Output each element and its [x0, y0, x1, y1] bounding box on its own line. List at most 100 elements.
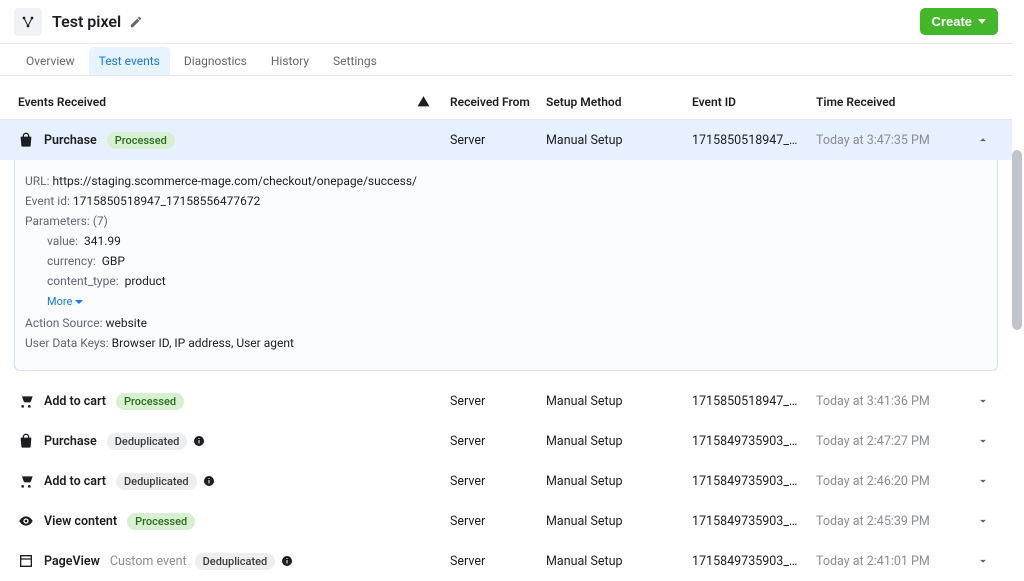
col-received-from: Received From — [450, 95, 546, 109]
action-source-label: Action Source: — [25, 316, 103, 330]
event-details: URL: https://staging.scommerce-mage.com/… — [14, 160, 998, 371]
received-from: Server — [450, 474, 546, 489]
event-id: 1715849735903_… — [692, 434, 816, 449]
cart-icon — [18, 473, 34, 489]
event-id: 1715849735903_… — [692, 514, 816, 529]
tab-test-events[interactable]: Test events — [89, 47, 170, 75]
chevron-up-icon — [976, 133, 990, 147]
time-received: Today at 3:47:35 PM — [816, 133, 966, 148]
chevron-down-icon — [976, 434, 990, 448]
chevron-down-icon — [976, 394, 990, 408]
received-from: Server — [450, 514, 546, 529]
url-value: https://staging.scommerce-mage.com/check… — [53, 174, 417, 188]
event-subtype: Custom event — [110, 554, 187, 569]
event-id: 1715850518947_… — [692, 133, 816, 148]
event-row[interactable]: View content Processed ServerManual Setup1… — [0, 501, 1012, 541]
status-badge: Deduplicated — [116, 473, 197, 490]
status-badge: Processed — [116, 393, 184, 410]
received-from: Server — [450, 394, 546, 409]
tab-settings[interactable]: Settings — [323, 47, 387, 75]
event-id: 1715850518947_… — [692, 394, 816, 409]
params-count: (7) — [93, 214, 108, 228]
event-name: Add to cart — [44, 394, 106, 409]
col-event-id: Event ID — [692, 95, 816, 109]
bag-icon — [18, 433, 34, 449]
top-bar: Test pixel Create — [0, 0, 1012, 44]
event-name: Add to cart — [44, 474, 106, 489]
received-from: Server — [450, 434, 546, 449]
chevron-down-icon — [978, 19, 986, 24]
info-icon[interactable] — [281, 555, 293, 567]
page-icon — [18, 553, 34, 569]
tabs: Overview Test events Diagnostics History… — [0, 44, 1012, 76]
user-data-keys-value: Browser ID, IP address, User agent — [112, 336, 294, 350]
status-badge: Processed — [127, 513, 195, 530]
col-time-received: Time Received — [816, 95, 966, 109]
bag-icon — [18, 132, 34, 148]
scrollbar-thumb[interactable] — [1012, 150, 1022, 330]
nodes-icon — [20, 14, 36, 30]
chevron-down-icon — [75, 300, 83, 304]
event-row[interactable]: Purchase Deduplicated ServerManual Setup17… — [0, 421, 1012, 461]
create-button[interactable]: Create — [920, 8, 998, 35]
param-value: 341.99 — [84, 234, 121, 248]
more-link[interactable]: More — [47, 295, 83, 308]
received-from: Server — [450, 133, 546, 148]
back-button[interactable] — [14, 8, 42, 36]
setup-method: Manual Setup — [546, 394, 692, 409]
info-icon[interactable] — [193, 435, 205, 447]
status-badge: Deduplicated — [107, 433, 188, 450]
time-received: Today at 2:45:39 PM — [816, 514, 966, 529]
setup-method: Manual Setup — [546, 514, 692, 529]
event-name: View content — [44, 514, 117, 529]
tab-overview[interactable]: Overview — [16, 47, 85, 75]
received-from: Server — [450, 554, 546, 569]
event-id: 1715849735903_… — [692, 554, 816, 569]
time-received: Today at 3:41:36 PM — [816, 394, 966, 409]
eventid-value: 1715850518947_17158556477672 — [73, 194, 261, 208]
event-name: Purchase — [44, 434, 97, 449]
param-value: product — [125, 274, 166, 288]
event-row-expanded[interactable]: Purchase Processed Server Manual Setup 1… — [0, 120, 1012, 160]
create-button-label: Create — [932, 14, 972, 29]
tab-diagnostics[interactable]: Diagnostics — [174, 47, 257, 75]
params-label: Parameters: — [25, 214, 90, 228]
time-received: Today at 2:46:20 PM — [816, 474, 966, 489]
info-icon[interactable] — [203, 475, 215, 487]
setup-method: Manual Setup — [546, 434, 692, 449]
event-id: 1715849735903_… — [692, 474, 816, 489]
chevron-down-icon — [976, 554, 990, 568]
url-label: URL: — [25, 174, 50, 188]
table-header: Events Received Received From Setup Meth… — [0, 84, 1012, 120]
param-key: content_type: — [47, 274, 119, 288]
event-row[interactable]: PageView Custom event Deduplicated ServerMa… — [0, 541, 1012, 581]
event-row[interactable]: Add to cart Processed ServerManual Setup17… — [0, 381, 1012, 421]
param-key: currency: — [47, 254, 96, 268]
setup-method: Manual Setup — [546, 554, 692, 569]
setup-method: Manual Setup — [546, 133, 692, 148]
pencil-icon[interactable] — [129, 15, 143, 29]
param-key: value: — [47, 234, 78, 248]
status-badge: Processed — [107, 132, 175, 149]
vertical-scrollbar[interactable] — [1010, 80, 1022, 520]
event-name: Purchase — [44, 133, 97, 148]
event-row[interactable]: Add to cart Deduplicated ServerManual Setu… — [0, 461, 1012, 501]
tab-history[interactable]: History — [261, 47, 319, 75]
warning-icon — [417, 95, 430, 108]
event-name: PageView — [44, 554, 100, 569]
eventid-label: Event id: — [25, 194, 70, 208]
setup-method: Manual Setup — [546, 474, 692, 489]
status-badge: Deduplicated — [195, 553, 276, 570]
col-events-received: Events Received — [18, 95, 106, 109]
eye-icon — [18, 513, 34, 529]
time-received: Today at 2:47:27 PM — [816, 434, 966, 449]
time-received: Today at 2:41:01 PM — [816, 554, 966, 569]
col-setup-method: Setup Method — [546, 95, 692, 109]
chevron-down-icon — [976, 514, 990, 528]
page-title: Test pixel — [52, 12, 121, 31]
cart-icon — [18, 393, 34, 409]
user-data-keys-label: User Data Keys: — [25, 336, 109, 350]
param-value: GBP — [102, 254, 125, 268]
action-source-value: website — [105, 316, 147, 330]
chevron-down-icon — [976, 474, 990, 488]
